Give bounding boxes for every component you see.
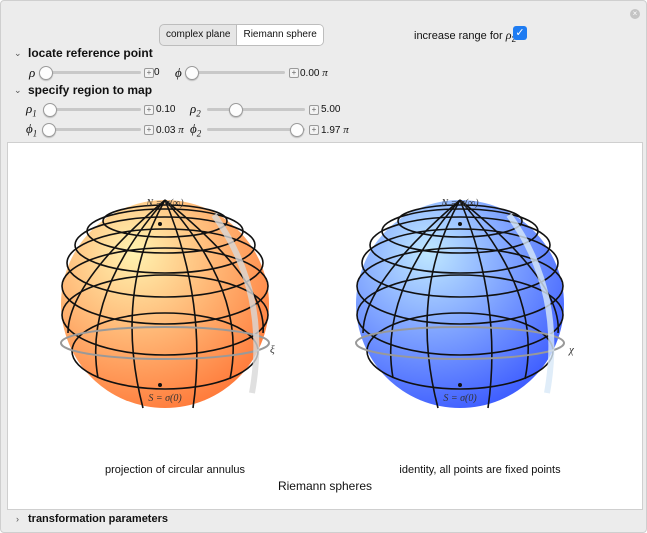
left-south-point xyxy=(158,383,162,387)
phi1-expand-icon[interactable]: + xyxy=(144,125,154,135)
phi1-value-number: 0.03 xyxy=(156,125,176,136)
left-south-label: S = σ(0) xyxy=(148,393,182,404)
rho1-slider-thumb[interactable] xyxy=(42,103,57,117)
phi1-value: 0.03 π xyxy=(156,124,184,136)
right-sphere-surface xyxy=(356,200,564,408)
phi1-slider-thumb[interactable] xyxy=(41,123,56,137)
phi-unit: π xyxy=(322,67,328,79)
rho-value: 0 xyxy=(154,67,160,78)
right-sphere: N = σ(∞) S = σ(0) χ xyxy=(355,198,575,409)
tab-riemann-sphere[interactable]: Riemann sphere xyxy=(236,25,323,45)
range-checkbox[interactable]: ✓ xyxy=(513,26,527,40)
right-axis-label: χ xyxy=(568,344,575,356)
phi-slider-track[interactable] xyxy=(187,71,285,74)
section-transform-title[interactable]: transformation parameters xyxy=(28,513,168,525)
rho-expand-icon[interactable]: + xyxy=(144,68,154,78)
rho-slider-thumb[interactable] xyxy=(39,66,53,80)
range-label-text: increase range for xyxy=(414,30,503,42)
rho2-label: ρ2 xyxy=(190,101,201,119)
rho2-slider-thumb[interactable] xyxy=(229,103,244,117)
left-sphere-surface xyxy=(61,200,269,408)
close-icon[interactable]: × xyxy=(630,9,640,19)
plot-area: N = σ(∞) S = σ(0) ξ N = σ(∞) S = σ(0) χ … xyxy=(7,142,643,510)
phi2-sub: 2 xyxy=(196,128,202,139)
phi-slider-thumb[interactable] xyxy=(185,66,199,80)
phi2-expand-icon[interactable]: + xyxy=(309,125,319,135)
view-toggle[interactable]: complex plane Riemann sphere xyxy=(159,24,324,46)
phi1-slider-track[interactable] xyxy=(43,128,141,131)
chevron-right-icon[interactable]: › xyxy=(16,514,19,524)
plot-title: Riemann spheres xyxy=(278,479,372,493)
rho2-slider-track[interactable] xyxy=(207,108,305,111)
phi2-slider-thumb[interactable] xyxy=(289,123,304,137)
phi2-unit: π xyxy=(343,124,349,136)
rho1-expand-icon[interactable]: + xyxy=(144,105,154,115)
phi2-value: 1.97 π xyxy=(321,124,349,136)
phi2-value-number: 1.97 xyxy=(321,125,341,136)
left-north-label: N = σ(∞) xyxy=(145,198,184,209)
chevron-down-icon[interactable]: ⌄ xyxy=(14,48,22,59)
left-north-point xyxy=(158,222,162,226)
phi1-sub: 1 xyxy=(32,128,38,139)
rho1-slider-track[interactable] xyxy=(43,108,141,111)
chevron-down-icon[interactable]: ⌄ xyxy=(14,85,22,96)
rho-label: ρ xyxy=(29,65,36,80)
rho2-expand-icon[interactable]: + xyxy=(309,105,319,115)
rho1-sub: 1 xyxy=(32,108,37,119)
phi1-unit: π xyxy=(178,124,184,136)
phi1-symbol: ϕ xyxy=(26,121,33,136)
right-north-point xyxy=(458,222,462,226)
right-north-label: N = σ(∞) xyxy=(440,198,479,209)
phi-value-number: 0.00 xyxy=(300,68,320,79)
left-caption: projection of circular annulus xyxy=(105,464,246,476)
phi-label: ϕ xyxy=(175,65,182,80)
left-axis-label: ξ xyxy=(270,344,275,356)
range-toggle-label: increase range for ρ2 xyxy=(414,28,516,44)
right-south-label: S = σ(0) xyxy=(443,393,477,404)
phi-value: 0.00 π xyxy=(300,67,328,79)
phi2-symbol: ϕ xyxy=(190,121,197,136)
control-panel: complex plane Riemann sphere increase ra… xyxy=(0,0,647,533)
rho1-label: ρ1 xyxy=(26,101,37,119)
riemann-spheres-graphic[interactable]: N = σ(∞) S = σ(0) ξ N = σ(∞) S = σ(0) χ … xyxy=(8,143,642,509)
right-caption: identity, all points are fixed points xyxy=(399,464,561,476)
phi1-label: ϕ1 xyxy=(26,121,37,139)
section-region-title[interactable]: specify region to map xyxy=(28,83,152,97)
rho2-sub: 2 xyxy=(196,108,201,119)
left-sphere: N = σ(∞) S = σ(0) ξ xyxy=(60,198,275,409)
tab-complex-plane[interactable]: complex plane xyxy=(160,25,236,45)
phi2-label: ϕ2 xyxy=(190,121,201,139)
rho2-value: 5.00 xyxy=(321,104,341,115)
rho1-value: 0.10 xyxy=(156,104,176,115)
right-south-point xyxy=(458,383,462,387)
phi-expand-icon[interactable]: + xyxy=(289,68,299,78)
rho-slider-track[interactable] xyxy=(41,71,141,74)
check-icon: ✓ xyxy=(515,27,525,39)
section-reference-title[interactable]: locate reference point xyxy=(28,46,153,60)
